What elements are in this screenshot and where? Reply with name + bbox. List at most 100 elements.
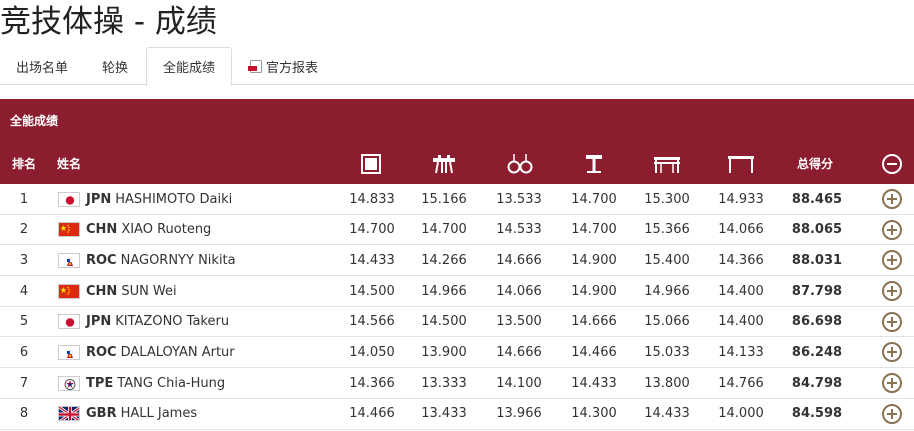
rank-cell: 4 xyxy=(19,283,29,299)
noc-code: ROC xyxy=(86,252,117,268)
athlete-cell: ROC NAGORNYY Nikita xyxy=(58,245,236,275)
apparatus-score: 14.700 xyxy=(571,222,617,238)
rank-header: 排名 xyxy=(12,157,37,171)
athlete-name: HALL James xyxy=(120,406,198,422)
apparatus-score: 14.500 xyxy=(421,314,467,330)
apparatus-score: 14.766 xyxy=(718,375,764,391)
apparatus-score: 14.433 xyxy=(571,375,617,391)
apparatus-score: 15.066 xyxy=(644,314,690,330)
apparatus-score: 13.900 xyxy=(421,344,467,360)
athlete-cell: CHN SUN Wei xyxy=(58,276,177,306)
plus-circle-icon xyxy=(882,281,902,302)
apparatus-score: 15.300 xyxy=(644,191,690,207)
noc-code: GBR xyxy=(86,406,117,422)
apparatus-score: 14.000 xyxy=(718,406,764,422)
noc-code: JPN xyxy=(86,191,112,207)
athlete-name: KITAZONO Takeru xyxy=(115,314,230,330)
flag-icon xyxy=(58,222,80,238)
table-row: 1 JPN HASHIMOTO Daiki 14.833 15.166 13.533 14.… xyxy=(0,184,914,215)
flag-icon xyxy=(58,344,80,360)
athlete-cell: TPE TANG Chia-Hung xyxy=(58,368,225,398)
expand-row-button[interactable] xyxy=(880,276,904,306)
expand-row-button[interactable] xyxy=(880,215,904,245)
section-header: 全能成绩 xyxy=(0,99,914,141)
apparatus-score: 14.266 xyxy=(421,252,467,268)
apparatus-score: 14.400 xyxy=(718,314,764,330)
rank-cell: 3 xyxy=(19,252,29,268)
athlete-name: DALALOYAN Artur xyxy=(120,344,235,360)
expand-row-button[interactable] xyxy=(880,399,904,429)
noc-code: CHN xyxy=(86,283,118,299)
plus-circle-icon xyxy=(882,311,902,332)
total-score: 86.698 xyxy=(791,314,843,330)
apparatus-score: 14.433 xyxy=(644,406,690,422)
table-row: 7 TPE TANG Chia-Hung 14.366 13.333 14.100 14.4… xyxy=(0,368,914,399)
apparatus-score: 14.300 xyxy=(571,406,617,422)
noc-code: TPE xyxy=(86,375,114,391)
tab-all-around-results[interactable]: 全能成绩 xyxy=(146,47,232,86)
total-header: 总得分 xyxy=(797,157,834,171)
noc-code: CHN xyxy=(86,222,118,238)
table-row: 6 ROC DALALOYAN Artur 14.050 13.900 14.666 14.… xyxy=(0,337,914,369)
apparatus-score: 14.666 xyxy=(496,344,542,360)
apparatus-score: 14.666 xyxy=(496,252,542,268)
flag-icon xyxy=(58,375,80,391)
flag-icon xyxy=(58,191,80,207)
apparatus-score: 14.050 xyxy=(349,344,395,360)
total-score: 84.598 xyxy=(791,406,843,422)
expand-row-button[interactable] xyxy=(880,184,904,214)
flag-icon xyxy=(58,406,80,422)
apparatus-score: 14.466 xyxy=(571,344,617,360)
athlete-cell: ROC DALALOYAN Artur xyxy=(58,337,235,367)
athlete-name: TANG Chia-Hung xyxy=(117,375,226,391)
apparatus-score: 14.133 xyxy=(718,344,764,360)
apparatus-score: 15.366 xyxy=(644,222,690,238)
apparatus-score: 14.900 xyxy=(571,252,617,268)
table-row: 8 GBR HALL James 14.466 13.433 13.966 14.300 14… xyxy=(0,399,914,430)
apparatus-score: 13.533 xyxy=(496,191,542,207)
tab-rotations[interactable]: 轮换 xyxy=(86,47,144,85)
apparatus-score: 14.666 xyxy=(571,314,617,330)
apparatus-score: 14.433 xyxy=(349,252,395,268)
tab-label: 出场名单 xyxy=(15,60,68,76)
rank-cell: 6 xyxy=(19,344,29,360)
apparatus-score: 14.566 xyxy=(349,314,395,330)
apparatus-score: 14.700 xyxy=(421,222,467,238)
apparatus-score: 14.966 xyxy=(644,283,690,299)
expand-row-button[interactable] xyxy=(880,245,904,275)
tab-start-list[interactable]: 出场名单 xyxy=(4,47,80,85)
minus-circle-icon xyxy=(882,153,902,174)
tab-official-reports[interactable]: 官方报表 xyxy=(240,47,328,85)
athlete-cell: GBR HALL James xyxy=(58,399,197,429)
apparatus-score: 14.500 xyxy=(349,283,395,299)
collapse-all-button[interactable] xyxy=(882,142,902,185)
rank-cell: 5 xyxy=(19,314,29,330)
plus-circle-icon xyxy=(882,342,902,363)
vault-icon xyxy=(583,142,605,185)
table-row: 3 ROC NAGORNYY Nikita 14.433 14.266 14.666 14.… xyxy=(0,245,914,277)
apparatus-score: 13.333 xyxy=(421,375,467,391)
apparatus-score: 14.466 xyxy=(349,406,395,422)
total-score: 86.248 xyxy=(791,344,843,360)
flag-icon xyxy=(58,314,80,330)
apparatus-score: 14.966 xyxy=(421,283,467,299)
apparatus-score: 14.100 xyxy=(496,375,542,391)
total-score: 88.465 xyxy=(791,191,843,207)
plus-circle-icon xyxy=(882,250,902,271)
athlete-name: NAGORNYY Nikita xyxy=(120,252,236,268)
plus-circle-icon xyxy=(882,373,902,394)
athlete-cell: JPN HASHIMOTO Daiki xyxy=(58,184,232,214)
rank-cell: 1 xyxy=(19,191,29,207)
expand-row-button[interactable] xyxy=(880,368,904,398)
total-score: 88.065 xyxy=(791,222,843,238)
tab-label: 官方报表 xyxy=(265,60,318,76)
plus-circle-icon xyxy=(882,403,902,424)
table-row: 5 JPN KITAZONO Takeru 14.566 14.500 13.500 14.… xyxy=(0,307,914,338)
total-score: 88.031 xyxy=(791,252,843,268)
apparatus-score: 14.700 xyxy=(349,222,395,238)
expand-row-button[interactable] xyxy=(880,307,904,337)
expand-row-button[interactable] xyxy=(880,337,904,367)
total-score: 84.798 xyxy=(791,375,843,391)
parallel-bars-icon xyxy=(652,142,682,185)
rank-cell: 2 xyxy=(19,222,29,238)
